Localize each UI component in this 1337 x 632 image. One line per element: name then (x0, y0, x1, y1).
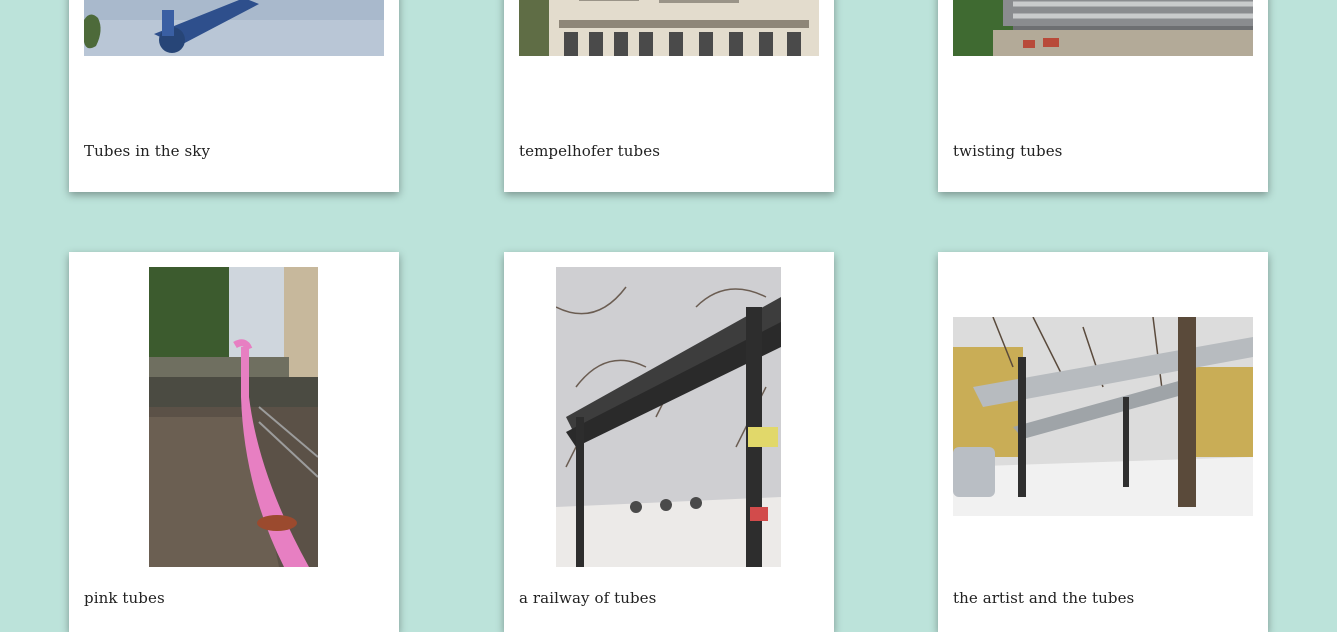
snowy-yard-pipes-photo[interactable] (953, 317, 1253, 516)
building-facade-photo[interactable] (519, 0, 819, 56)
fenced-pipes-photo[interactable] (953, 0, 1253, 56)
caption: twisting tubes (953, 142, 1063, 160)
gallery-card[interactable]: twisting tubes (938, 0, 1268, 192)
gallery-card[interactable]: Tubes in the sky (69, 0, 399, 192)
caption: the artist and the tubes (953, 589, 1135, 607)
caption: pink tubes (84, 589, 165, 607)
gallery-card[interactable]: a railway of tubes (504, 252, 834, 632)
caption: Tubes in the sky (84, 142, 211, 160)
caption: tempelhofer tubes (519, 142, 661, 160)
caption: a railway of tubes (519, 589, 657, 607)
gallery-card[interactable]: pink tubes (69, 252, 399, 632)
blue-pipe-sky-photo[interactable] (84, 0, 384, 56)
winter-pipe-bridge-photo[interactable] (556, 267, 781, 567)
gallery-card[interactable]: the artist and the tubes (938, 252, 1268, 632)
pink-pipe-sidewalk-photo[interactable] (149, 267, 318, 567)
gallery-card[interactable]: tempelhofer tubes (504, 0, 834, 192)
